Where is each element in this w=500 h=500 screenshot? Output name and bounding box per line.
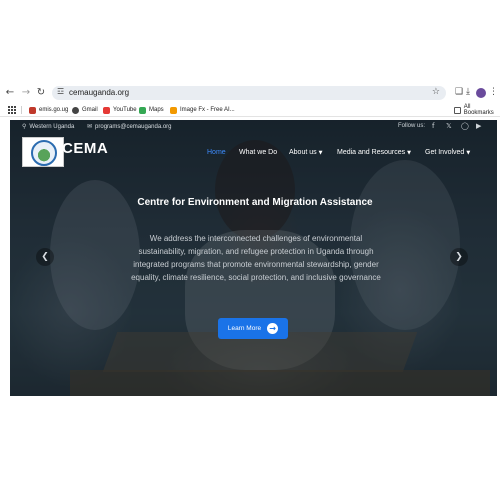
youtube-icon[interactable]: ▶ — [476, 122, 481, 130]
all-bookmarks[interactable]: All Bookmarks — [454, 104, 500, 116]
chevron-down-icon: ▼ — [318, 150, 323, 156]
arrow-right-icon: → — [267, 323, 279, 334]
bookmark-youtube[interactable]: YouTube — [103, 105, 137, 115]
chevron-right-icon: ❯ — [455, 252, 463, 262]
bookmark-label: emis.go.ug — [39, 107, 69, 113]
profile-avatar[interactable] — [476, 88, 486, 98]
map-pin-icon: ⚲ — [22, 123, 27, 130]
nav-home[interactable]: Home — [207, 149, 226, 156]
bookmark-label: Gmail — [82, 107, 98, 113]
nav-media-resources[interactable]: Media and Resources ▼ — [337, 149, 411, 156]
nav-label: About us — [289, 149, 317, 156]
bookmark-label: YouTube — [113, 107, 137, 113]
emis-favicon-icon — [29, 106, 36, 114]
nav-what-we-do[interactable]: What we Do — [239, 149, 277, 156]
location-info: ⚲ Western Uganda — [22, 123, 74, 130]
apps-grid-icon[interactable] — [8, 106, 16, 114]
email-text[interactable]: programs@cemauganda.org — [95, 124, 171, 130]
youtube-favicon-icon — [103, 106, 110, 114]
location-text: Western Uganda — [29, 123, 75, 130]
bookmarks-separator — [21, 106, 22, 114]
bookmark-emis[interactable]: emis.go.ug — [29, 105, 68, 115]
site-logo[interactable] — [22, 137, 64, 167]
address-bar[interactable]: ☲ cemauganda.org ☆ — [52, 86, 446, 100]
nav-label: Home — [207, 149, 226, 156]
forward-icon[interactable]: → — [20, 87, 32, 99]
imagefx-favicon-icon — [170, 106, 177, 114]
back-icon[interactable]: ← — [4, 87, 16, 99]
download-icon[interactable]: ⤓ — [466, 87, 470, 97]
hero-description: We address the interconnected challenges… — [131, 234, 381, 282]
email-info[interactable]: ✉ programs@cemauganda.org — [87, 123, 172, 130]
bookmark-maps[interactable]: Maps — [139, 105, 164, 115]
bookmark-star-icon[interactable]: ☆ — [432, 87, 440, 97]
chevron-down-icon: ▼ — [407, 150, 411, 156]
chevron-down-icon: ▼ — [466, 150, 471, 156]
bookmark-imagefx[interactable]: Image Fx - Free AI... — [170, 105, 235, 115]
maps-favicon-icon — [139, 106, 146, 114]
browser-menu-icon[interactable]: ⋮ — [489, 87, 498, 97]
follow-label: Follow us: — [398, 123, 426, 129]
carousel-next-button[interactable]: ❯ — [450, 248, 468, 266]
chevron-left-icon: ❮ — [41, 252, 49, 262]
extensions-icon[interactable]: ❑ — [455, 87, 463, 97]
logo-emblem — [31, 140, 57, 166]
envelope-icon: ✉ — [87, 123, 93, 130]
folder-icon — [454, 106, 461, 114]
browser-toolbar: ← → ↻ ☲ cemauganda.org ☆ ❑ ⤓ ⋮ — [0, 84, 500, 102]
nav-label: What we Do — [239, 149, 278, 156]
x-twitter-icon[interactable]: 𝕏 — [446, 122, 452, 130]
all-bookmarks-label: All Bookmarks — [463, 104, 494, 116]
bookmark-label: Image Fx - Free AI... — [180, 107, 235, 113]
site-info-icon[interactable]: ☲ — [57, 87, 64, 96]
gmail-favicon-icon — [72, 106, 79, 114]
nav-label: Media and Resources — [337, 149, 406, 156]
whatsapp-icon[interactable]: ◯ — [461, 122, 469, 130]
url-text[interactable]: cemauganda.org — [69, 88, 129, 97]
learn-more-button[interactable]: Learn More → — [218, 318, 288, 339]
nav-about-us[interactable]: About us ▼ — [289, 149, 323, 156]
facebook-icon[interactable]: f — [432, 122, 434, 130]
bookmark-gmail[interactable]: Gmail — [72, 105, 98, 115]
browser-window: ← → ↻ ☲ cemauganda.org ☆ ❑ ⤓ ⋮ emis.go.u… — [0, 84, 500, 400]
website-hero: ⚲ Western Uganda ✉ programs@cemauganda.org… — [10, 120, 497, 396]
learn-more-label: Learn More — [227, 325, 262, 332]
nav-label: Get Involved — [425, 149, 465, 156]
hero-title: Centre for Environment and Migration Ass… — [137, 197, 373, 208]
carousel-prev-button[interactable]: ❮ — [36, 248, 54, 266]
logo-text[interactable]: CEMA — [62, 140, 108, 157]
reload-icon[interactable]: ↻ — [35, 87, 47, 99]
nav-get-involved[interactable]: Get Involved ▼ — [425, 149, 470, 156]
bookmark-label: Maps — [149, 107, 164, 113]
site-topbar: ⚲ Western Uganda ✉ programs@cemauganda.org… — [10, 120, 497, 134]
bookmarks-bar: emis.go.ug Gmail YouTube Maps Image Fx -… — [0, 103, 500, 117]
